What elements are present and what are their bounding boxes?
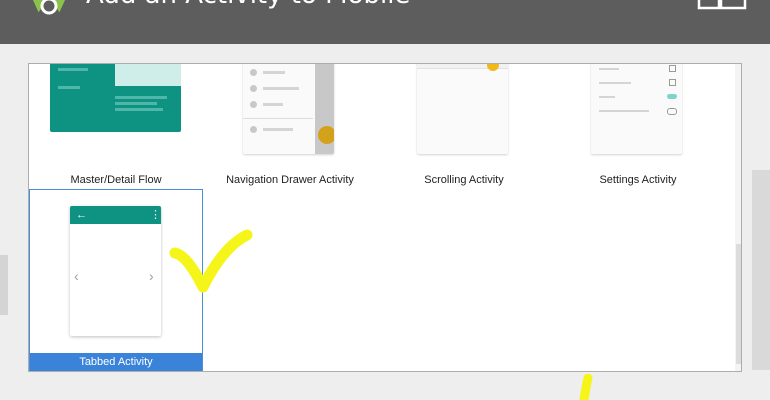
template-tile-navigation-drawer[interactable]: Navigation Drawer Activity	[203, 64, 377, 189]
master-detail-preview-icon	[50, 64, 181, 132]
background-strip	[752, 170, 770, 370]
overflow-menu-icon: ⋮	[150, 209, 161, 221]
chevron-left-icon: ‹	[74, 268, 79, 284]
template-label: Scrolling Activity	[424, 174, 504, 186]
navigation-drawer-preview-icon	[243, 64, 334, 154]
toggle-on-icon	[667, 94, 677, 99]
background-strip	[0, 255, 8, 315]
chevron-right-icon: ›	[149, 268, 154, 284]
template-label: Navigation Drawer Activity	[226, 174, 354, 186]
gallery-scrollbar[interactable]	[735, 64, 741, 371]
template-tile-master-detail[interactable]: Master/Detail Flow	[29, 64, 203, 189]
template-tile-settings[interactable]: Settings Activity	[551, 64, 725, 189]
back-arrow-icon: ←	[76, 209, 87, 221]
dialog-title-bar: Add an Activity to Mobile	[0, 0, 770, 44]
tabbed-preview-icon: ← ⋮ ‹ ›	[70, 206, 161, 336]
checkmark-annotation-icon	[169, 229, 253, 293]
toggle-off-icon	[667, 108, 677, 115]
settings-preview-icon	[591, 64, 682, 154]
template-label: Settings Activity	[599, 174, 677, 186]
app-bar: ← ⋮	[70, 206, 161, 224]
checkmark-annotation-icon	[579, 374, 593, 400]
android-studio-logo-icon	[32, 0, 66, 15]
scrolling-preview-icon	[417, 64, 508, 154]
dialog-title: Add an Activity to Mobile	[86, 0, 410, 10]
template-label: Tabbed Activity	[30, 353, 202, 371]
device-icon	[697, 0, 747, 10]
fab-icon	[487, 64, 499, 71]
template-label: Master/Detail Flow	[70, 174, 162, 186]
template-gallery: Master/Detail Flow Navigation Drawer Act…	[28, 63, 742, 372]
template-tile-scrolling[interactable]: Scrolling Activity	[377, 64, 551, 189]
fab-icon	[318, 126, 334, 144]
scrollbar-thumb[interactable]	[736, 244, 741, 364]
